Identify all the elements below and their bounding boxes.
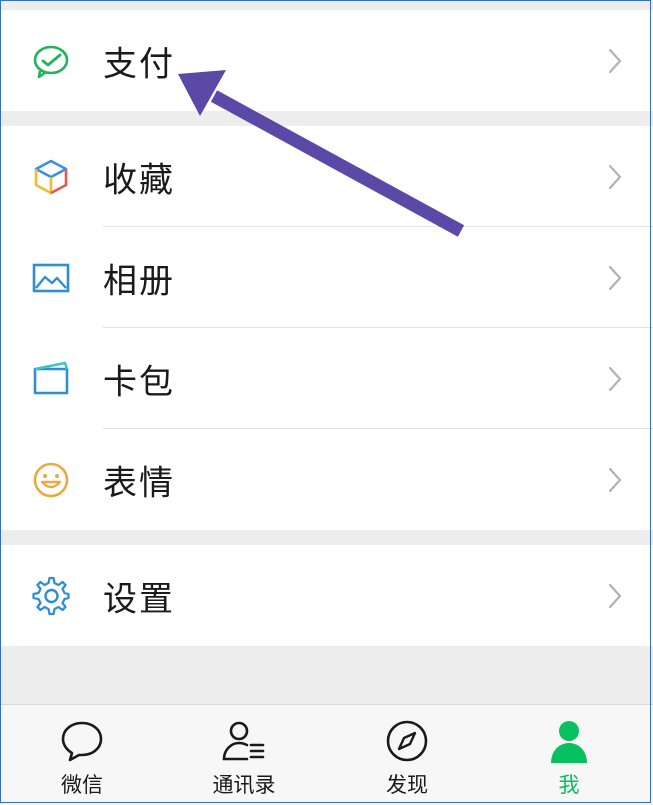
- chevron-right-icon: [607, 365, 623, 393]
- chevron-right-icon: [607, 264, 623, 292]
- tab-me-label: 我: [558, 773, 580, 797]
- wechat-pay-icon: [30, 40, 72, 82]
- chevron-right-icon: [607, 163, 623, 191]
- chat-bubble-icon: [58, 717, 106, 765]
- picture-icon: [30, 257, 72, 299]
- tab-discover[interactable]: 发现: [347, 705, 467, 805]
- menu-item-favorites-label: 收藏: [103, 160, 175, 200]
- collection-section: 收藏 相册 卡包 表情: [0, 126, 653, 530]
- gear-icon: [30, 575, 72, 617]
- menu-item-stickers[interactable]: 表情: [0, 429, 653, 530]
- tab-contacts[interactable]: 通讯录: [184, 705, 304, 805]
- person-icon: [545, 717, 593, 765]
- contacts-icon: [220, 717, 268, 765]
- menu-item-stickers-label: 表情: [103, 463, 175, 503]
- settings-section: 设置: [0, 545, 653, 646]
- menu-item-favorites[interactable]: 收藏: [0, 126, 653, 227]
- tab-chats-label: 微信: [61, 773, 103, 797]
- bottom-tab-bar: 微信 通讯录 发现 我: [0, 704, 653, 805]
- card-wallet-icon: [30, 358, 72, 400]
- menu-item-pay-label: 支付: [103, 44, 175, 84]
- tab-discover-label: 发现: [386, 773, 428, 797]
- tab-contacts-label: 通讯录: [212, 773, 276, 797]
- tab-chats[interactable]: 微信: [22, 705, 142, 805]
- menu-item-settings-label: 设置: [103, 579, 175, 619]
- chevron-right-icon: [607, 466, 623, 494]
- menu-item-pay[interactable]: 支付: [0, 10, 653, 111]
- chevron-right-icon: [607, 582, 623, 610]
- menu-item-settings[interactable]: 设置: [0, 545, 653, 646]
- menu-item-cards[interactable]: 卡包: [0, 328, 653, 429]
- cube-icon: [30, 156, 72, 198]
- smiley-icon: [30, 459, 72, 501]
- chevron-right-icon: [607, 47, 623, 75]
- menu-item-album-label: 相册: [103, 261, 175, 301]
- menu-item-cards-label: 卡包: [103, 362, 175, 402]
- menu-item-album[interactable]: 相册: [0, 227, 653, 328]
- pay-section: 支付: [0, 10, 653, 111]
- compass-icon: [383, 717, 431, 765]
- tab-me[interactable]: 我: [509, 705, 629, 805]
